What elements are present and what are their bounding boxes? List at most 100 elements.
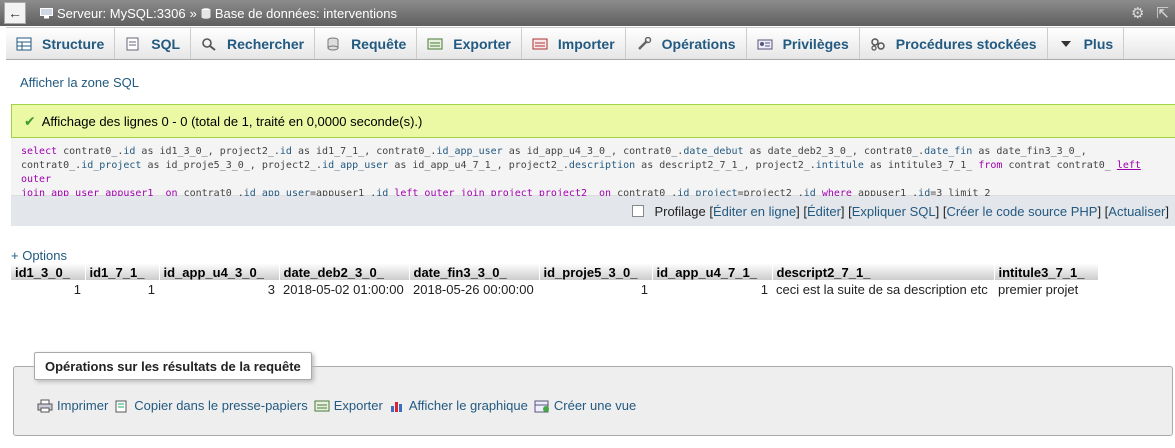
create-view-icon	[534, 400, 549, 412]
tab-label: Structure	[42, 35, 105, 52]
create-php-code-link[interactable]: Créer le code source PHP	[946, 204, 1097, 219]
table-cell[interactable]: 1	[85, 280, 159, 299]
sql-token: as id_app_u4_3_0_, contrat0_.	[502, 146, 684, 157]
printer-icon	[37, 399, 53, 412]
table-cell[interactable]: 2018-05-02 01:00:00	[279, 280, 409, 299]
clipboard-icon	[115, 400, 127, 412]
results-header-row: id1_3_0_ id1_7_1_ id_app_u4_3_0_ date_de…	[11, 263, 1099, 280]
tab-label: Procédures stockées	[895, 35, 1037, 52]
profiling-checkbox[interactable]	[632, 205, 645, 217]
table-cell[interactable]: 1	[11, 280, 85, 299]
show-sql-area-link[interactable]: Afficher la zone SQL	[20, 75, 139, 90]
table-cell[interactable]: premier projet	[994, 280, 1098, 299]
column-header[interactable]: id_app_u4_7_1_	[652, 263, 773, 280]
op-label: Exporter	[333, 398, 383, 413]
chart-icon	[390, 401, 402, 412]
sql-token: id_project	[81, 160, 142, 171]
tab-label: Rechercher	[227, 35, 305, 52]
caret-down-icon	[1060, 40, 1071, 47]
edit-inline-link[interactable]: Éditer en ligne	[713, 204, 796, 219]
breadcrumb-server[interactable]: Serveur: MySQL:3306	[57, 6, 186, 21]
tab-plus[interactable]: Plus	[1048, 28, 1125, 59]
server-icon	[40, 7, 53, 18]
operations-row: Imprimer Copier dans le presse-papiers E…	[37, 398, 642, 413]
checkmark-icon: ✔	[24, 112, 36, 129]
main-tabs: Structure SQL Rechercher Requête Exporte…	[6, 27, 1175, 60]
create-view-link[interactable]: Créer une vue	[534, 398, 636, 413]
column-header[interactable]: intitule3_7_1_	[994, 263, 1099, 280]
profiling-bar: Profilage [Éditer en ligne] [Éditer] [Ex…	[11, 196, 1175, 226]
tab-label: Plus	[1083, 35, 1114, 52]
tab-structure[interactable]: Structure	[6, 28, 116, 59]
sql-token: from	[978, 160, 1003, 171]
explain-sql-link[interactable]: Expliquer SQL	[852, 204, 936, 219]
collapse-icon[interactable]: ⇱	[1156, 4, 1169, 22]
table-structure-icon	[16, 37, 32, 50]
table-cell[interactable]: 1	[539, 280, 652, 299]
tab-privileges[interactable]: Privilèges	[747, 28, 860, 59]
privileges-icon	[757, 39, 773, 49]
operations-legend: Opérations sur les résultats de la requê…	[34, 352, 312, 380]
tab-label: Requête	[351, 35, 407, 52]
tab-label: Privilèges	[782, 35, 849, 52]
sql-token: as id1_3_0_, project2_.	[135, 146, 280, 157]
export-icon	[427, 38, 443, 49]
tab-label: Opérations	[661, 35, 736, 52]
column-header[interactable]: date_fin3_3_0_	[409, 263, 540, 280]
export-link[interactable]: Exporter	[314, 398, 383, 413]
column-header[interactable]: descript2_7_1_	[772, 263, 995, 280]
print-link[interactable]: Imprimer	[37, 398, 108, 413]
tab-exporter[interactable]: Exporter	[417, 28, 522, 59]
search-icon	[202, 37, 216, 51]
sql-token: id	[123, 146, 136, 157]
tab-operations[interactable]: Opérations	[626, 28, 747, 59]
stored-procedures-icon	[870, 37, 885, 51]
column-header[interactable]: id_proje5_3_0_	[539, 263, 653, 280]
import-icon	[532, 38, 548, 49]
refresh-link[interactable]: Actualiser	[1108, 204, 1165, 219]
tab-procedures-stockees[interactable]: Procédures stockées	[860, 28, 1048, 59]
back-arrow-button[interactable]: ←	[4, 2, 26, 24]
sql-token: as id1_7_1_, contrat0_.	[291, 146, 437, 157]
tab-requete[interactable]: Requête	[315, 28, 418, 59]
sql-token: select	[21, 146, 58, 157]
sql-token: as date_deb2_3_0_, contrat0_.	[743, 146, 925, 157]
sql-token: as descript2_7_1_, project2_.	[635, 160, 816, 171]
table-row: 1 1 3 2018-05-02 01:00:00 2018-05-26 00:…	[11, 280, 1098, 299]
column-header[interactable]: id1_3_0_	[11, 263, 86, 280]
tab-sql[interactable]: SQL	[115, 28, 192, 59]
success-message: ✔ Affichage des lignes 0 - 0 (total de 1…	[11, 104, 1175, 138]
column-header[interactable]: date_deb2_3_0_	[279, 263, 410, 280]
table-cell[interactable]: ceci est la suite de sa description etc	[772, 280, 994, 299]
column-header[interactable]: id_app_u4_3_0_	[159, 263, 280, 280]
export-icon	[314, 400, 330, 411]
tab-rechercher[interactable]: Rechercher	[191, 28, 316, 59]
sql-token: left	[1116, 160, 1141, 171]
gear-icon[interactable]: ⚙	[1131, 4, 1144, 22]
sql-token: id_app_user	[322, 160, 389, 171]
tab-label: Exporter	[453, 35, 511, 52]
sql-token: outer	[21, 174, 52, 185]
wrench-icon	[637, 36, 651, 50]
column-header[interactable]: id1_7_1_	[85, 263, 160, 280]
copy-to-clipboard-link[interactable]: Copier dans le presse-papiers	[114, 398, 308, 413]
tab-label: SQL	[151, 35, 181, 52]
options-toggle-link[interactable]: + Options	[11, 248, 67, 263]
sql-token: as id_proje5_3_0_, project2_.	[141, 160, 323, 171]
sql-query-display[interactable]: select contrat0_.id as id1_3_0_, project…	[11, 138, 1175, 199]
sql-token: date_debut	[683, 146, 744, 157]
show-chart-link[interactable]: Afficher le graphique	[389, 398, 528, 413]
query-icon	[327, 37, 339, 50]
table-cell[interactable]: 2018-05-26 00:00:00	[409, 280, 539, 299]
sql-token: date_fin	[924, 146, 973, 157]
breadcrumb: Serveur: MySQL:3306 » Base de données: i…	[40, 6, 397, 21]
sql-icon	[126, 37, 139, 50]
breadcrumb-database[interactable]: Base de données: interventions	[215, 6, 397, 21]
table-cell[interactable]: 1	[652, 280, 772, 299]
success-text: Affichage des lignes 0 - 0 (total de 1, …	[41, 113, 423, 129]
sql-token: as id_app_u4_7_1_, project2_.	[388, 160, 569, 171]
table-cell[interactable]: 3	[159, 280, 279, 299]
sql-token: contrat contrat0_	[1002, 160, 1117, 171]
tab-importer[interactable]: Importer	[522, 28, 626, 59]
edit-link[interactable]: Éditer	[807, 204, 841, 219]
